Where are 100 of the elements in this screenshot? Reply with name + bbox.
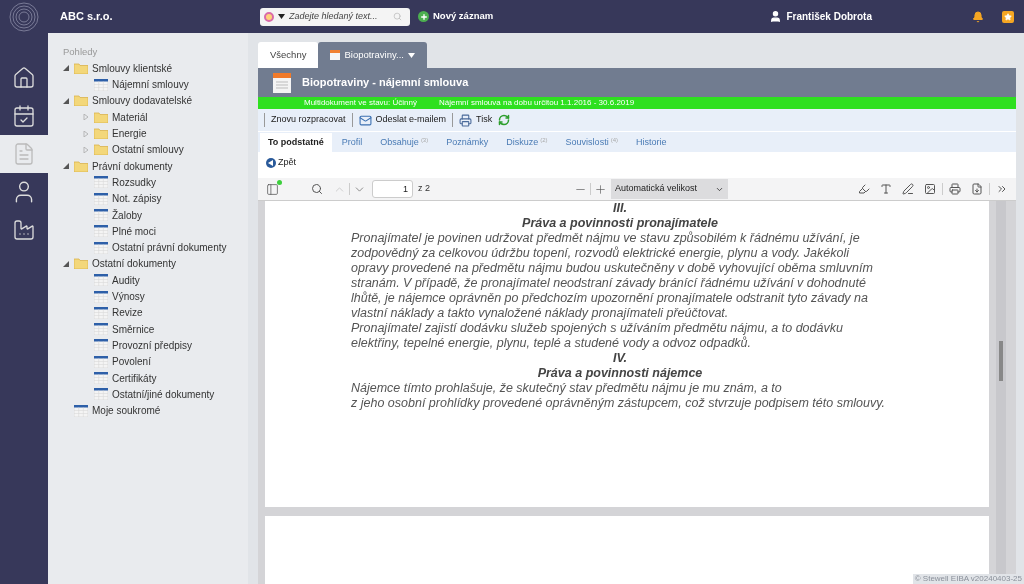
table-icon: [94, 388, 108, 401]
refresh-icon[interactable]: [498, 114, 511, 126]
bell-icon[interactable]: [972, 10, 984, 23]
color-wheel-icon: [264, 11, 274, 22]
scrollbar-thumb[interactable]: [999, 341, 1003, 381]
printer-icon[interactable]: [949, 183, 961, 195]
folder-icon: [74, 95, 88, 107]
tree-item[interactable]: Ostatní právní dokumenty: [112, 240, 227, 256]
collapse-triangle-icon[interactable]: [63, 65, 69, 72]
search-icon[interactable]: [311, 183, 323, 195]
tree-item[interactable]: Ostatní smlouvy: [112, 142, 184, 158]
document-line: opravy provedené na předmětu nájmu budou uskutečněny v době vyhovující oběma smluvním: [351, 261, 874, 276]
tree-item[interactable]: Výnosy: [112, 289, 145, 305]
tree-item[interactable]: Nájemní smlouvy: [112, 77, 189, 93]
table-icon: [94, 306, 108, 319]
tree-item[interactable]: Smlouvy klientské: [92, 60, 173, 76]
page-count: z 2: [418, 182, 430, 196]
tree-item[interactable]: Energie: [112, 126, 147, 142]
document-line: zodpovědný za celkovou údržbu topení, rozvodů elektrické energie, plynu a vody. Jakékoli: [351, 246, 851, 261]
zoom-select[interactable]: Automatická velikost: [611, 179, 728, 199]
tree-item[interactable]: Ostatní/jiné dokumenty: [112, 386, 215, 402]
tree-item[interactable]: Povolení: [112, 354, 151, 370]
text-icon[interactable]: [880, 183, 892, 195]
back-button[interactable]: Zpět: [266, 155, 296, 170]
collapse-triangle-icon[interactable]: [63, 260, 69, 267]
document-heading: IV.: [611, 351, 629, 366]
collapse-triangle-icon[interactable]: [63, 163, 69, 170]
company-name: ABC s.r.o.: [60, 9, 114, 25]
table-icon: [94, 290, 108, 303]
toolbar-button[interactable]: Tisk: [459, 113, 493, 127]
tree-item[interactable]: Plné moci: [112, 223, 156, 239]
search-icon: [393, 12, 402, 21]
note-text: Nájemní smlouva na dobu určitou 1.1.2016 - 30.6.2019: [438, 97, 635, 109]
document-line: Pronajímatel je povinen udržovat předmět nájmu ve stavu způsobilém k řádnému užívání, je: [351, 231, 861, 246]
detail-tab[interactable]: Profil: [333, 133, 371, 152]
back-arrow-icon: [266, 157, 276, 168]
tree-item[interactable]: Moje soukromé: [92, 403, 161, 419]
star-icon[interactable]: [1002, 10, 1014, 23]
table-icon: [94, 225, 108, 238]
pen-icon[interactable]: [902, 183, 914, 195]
tree-item[interactable]: Not. zápisy: [112, 191, 162, 207]
mail-icon: [358, 113, 372, 127]
toolbar-button[interactable]: Znovu rozpracovat: [271, 113, 346, 127]
tree-item[interactable]: Ostatní dokumenty: [92, 256, 176, 272]
home-icon: [12, 66, 36, 90]
tree-item[interactable]: Provozní předpisy: [112, 337, 193, 353]
folder-icon: [94, 144, 108, 156]
calendar-check-icon: [12, 104, 36, 128]
document-line: lhůtě, je nájemce oprávněn po předchozím upozornění pronajímatele odstranit tyto závady na: [351, 291, 869, 306]
document-line: stranám. V případě, že pronajímatel neodstraní závady bránící řádnému užívání v dohodnuté: [351, 276, 867, 291]
more-icon[interactable]: [996, 183, 1008, 195]
user-name[interactable]: František Dobrota: [786, 9, 872, 24]
tree-item[interactable]: Právní dokumenty: [92, 158, 173, 174]
notepad-icon: [272, 71, 292, 94]
sidebar-toggle-icon[interactable]: [266, 182, 279, 196]
document-icon: [12, 142, 36, 166]
toolbar-button[interactable]: Odeslat e-mailem: [358, 113, 447, 127]
page-number-field[interactable]: 1: [372, 180, 413, 198]
document-line: vlastní náklady a takto vynaložené náklady pronajímateli přeúčtovat.: [351, 306, 730, 321]
image-icon[interactable]: [924, 183, 936, 195]
document-line: elektřiny, tepelné energie, plynu, teplé a studené vody a odvoz odpadků.: [351, 336, 753, 351]
folder-icon: [74, 160, 88, 172]
folder-icon: [74, 62, 88, 74]
tree-item[interactable]: Materiál: [112, 109, 148, 125]
tree-item[interactable]: Certifikáty: [112, 370, 157, 386]
highlighter-icon[interactable]: [858, 183, 870, 195]
version-text: © Stewell EIBA v20240403-25: [912, 574, 1024, 584]
tree-item[interactable]: Žaloby: [112, 207, 142, 223]
folder-icon: [94, 111, 108, 123]
tree-item[interactable]: Revize: [112, 305, 143, 321]
status-text: Multidokument ve stavu: Účinný: [304, 97, 417, 109]
document-heading: Práva a povinnosti nájemce: [536, 366, 704, 381]
detail-tab[interactable]: Diskuze $^{(2)}$: [498, 133, 556, 152]
sidebar-title: Pohledy: [63, 45, 99, 59]
detail-tab[interactable]: Poznámky: [438, 133, 497, 152]
tree-item[interactable]: Smlouvy dodavatelské: [92, 93, 193, 109]
factory-icon: [12, 218, 36, 242]
detail-tab[interactable]: Historie: [628, 133, 675, 152]
document-line: z jeho osobní prohlídky provedené oprávněným zástupcem, což stvrzuje podpisem této smlouvy.: [351, 396, 887, 411]
table-icon: [94, 241, 108, 254]
download-icon[interactable]: [971, 183, 983, 195]
collapse-triangle-icon[interactable]: [63, 98, 69, 104]
new-record-button[interactable]: Nový záznam: [418, 9, 494, 24]
document-line: Nájemce tímto prohlašuje, že skutečný stav předmětu nájmu je mu znám, a to: [351, 381, 783, 396]
search-bar[interactable]: Zadejte hledaný text...: [260, 7, 410, 26]
dropdown-caret-icon[interactable]: [278, 14, 285, 19]
search-field[interactable]: Zadejte hledaný text...: [289, 9, 389, 24]
table-icon: [94, 78, 108, 91]
detail-tab[interactable]: To podstatné: [260, 133, 332, 152]
tab[interactable]: Všechny: [258, 42, 319, 68]
tree-item[interactable]: Směrnice: [112, 321, 155, 337]
tree-item[interactable]: Rozsudky: [112, 174, 156, 190]
table-icon: [94, 372, 108, 385]
table-icon: [94, 323, 108, 336]
tab[interactable]: Biopotraviny...: [318, 42, 427, 68]
tree-item[interactable]: Audity: [112, 272, 140, 288]
logo-icon: [9, 1, 39, 32]
zoom-in-icon[interactable]: [594, 182, 607, 196]
notepad-icon: [330, 50, 341, 60]
table-icon: [94, 192, 108, 205]
